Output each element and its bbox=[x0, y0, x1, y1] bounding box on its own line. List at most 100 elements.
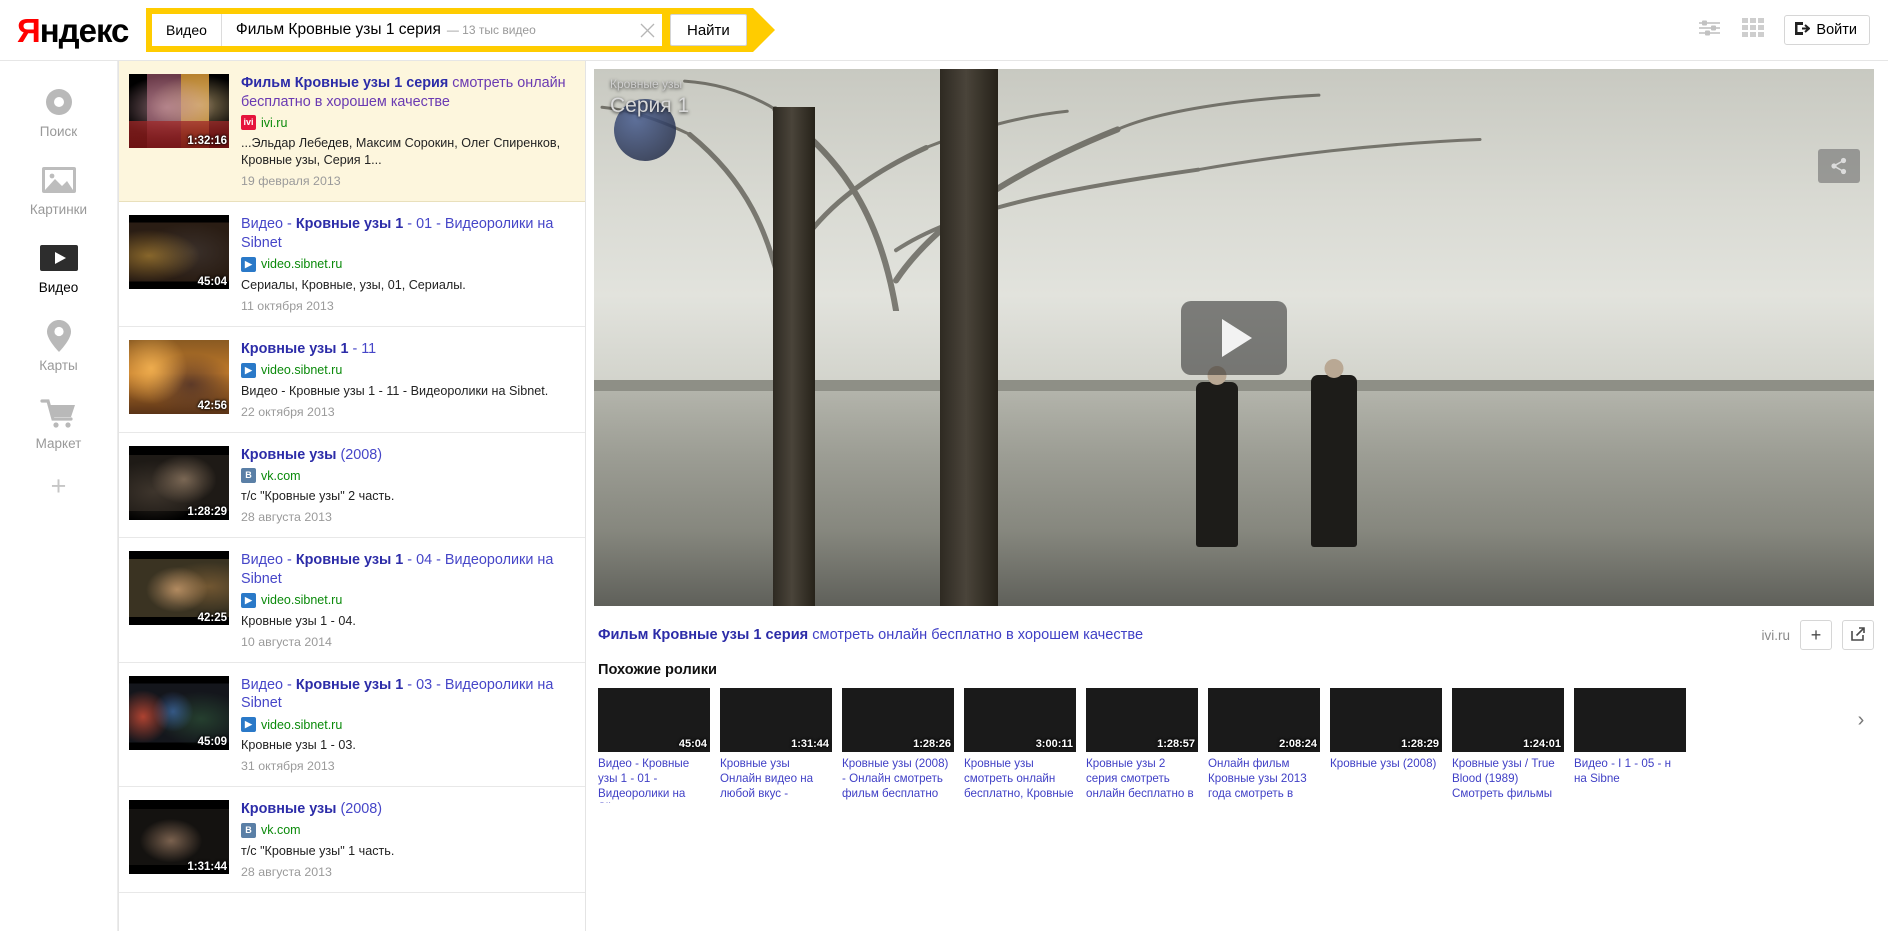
result-site[interactable]: B vk.com bbox=[241, 468, 573, 484]
result-title-highlight: Кровные узы 1 bbox=[241, 340, 349, 357]
result-site-label: video.sibnet.ru bbox=[261, 717, 343, 732]
sidebar-item-market[interactable]: Маркет bbox=[0, 395, 117, 451]
chevron-right-icon[interactable]: › bbox=[1848, 702, 1874, 738]
table-row[interactable]: 1:31:44 Кровные узы (2008) B vk.com т/с … bbox=[119, 787, 585, 893]
sidebar-item-search[interactable]: Поиск bbox=[0, 83, 117, 139]
list-item[interactable]: 1:28:57 Кровные узы 2 серия смотреть онл… bbox=[1086, 688, 1198, 801]
result-info: Видео - Кровные узы 1 - 01 - Видеоролики… bbox=[241, 215, 573, 313]
similar-thumbnail[interactable]: 1:24:01 bbox=[1452, 688, 1564, 752]
similar-thumbnail[interactable]: 1:28:57 bbox=[1086, 688, 1198, 752]
result-site[interactable]: B vk.com bbox=[241, 822, 573, 838]
sibnet-favicon-icon: ▶ bbox=[241, 592, 256, 608]
result-thumbnail[interactable]: 42:56 bbox=[129, 339, 229, 414]
result-title[interactable]: Видео - Кровные узы 1 - 04 - Видеоролики… bbox=[241, 551, 573, 588]
similar-thumbnail[interactable]: 1:31:44 bbox=[720, 688, 832, 752]
similar-duration: 2:08:24 bbox=[1279, 738, 1317, 750]
result-thumbnail[interactable]: 1:28:29 bbox=[129, 445, 229, 520]
similar-thumbnail[interactable]: 1:28:29 bbox=[1330, 688, 1442, 752]
map-pin-icon bbox=[46, 317, 72, 355]
result-thumbnail[interactable]: 45:04 bbox=[129, 215, 229, 290]
similar-thumbnail[interactable]: 45:04 bbox=[598, 688, 710, 752]
sidebar-label-images: Картинки bbox=[29, 202, 88, 217]
result-site[interactable]: ▶ video.sibnet.ru bbox=[241, 362, 573, 378]
table-row[interactable]: 45:09 Видео - Кровные узы 1 - 03 - Видео… bbox=[119, 663, 585, 788]
result-thumbnail[interactable]: 1:31:44 bbox=[129, 800, 229, 875]
sidebar-label-market: Маркет bbox=[35, 436, 82, 451]
sidebar-add-service-button[interactable]: + bbox=[51, 473, 67, 500]
player-person-right bbox=[1310, 358, 1357, 547]
apps-grid-icon[interactable] bbox=[1742, 17, 1765, 43]
result-title[interactable]: Фильм Кровные узы 1 серия смотреть онлай… bbox=[241, 74, 573, 111]
player-episode-name: Серия 1 bbox=[610, 93, 690, 117]
result-title[interactable]: Видео - Кровные узы 1 - 01 - Видеоролики… bbox=[241, 215, 573, 252]
search-box[interactable]: Видео Фильм Кровные узы 1 серия — 13 тыс… bbox=[152, 14, 662, 46]
search-input[interactable]: Фильм Кровные узы 1 серия — 13 тыс видео bbox=[222, 21, 632, 39]
list-item[interactable]: 3:00:11 Кровные узы смотреть онлайн бесп… bbox=[964, 688, 1076, 801]
table-row[interactable]: 1:32:16 Фильм Кровные узы 1 серия смотре… bbox=[119, 61, 585, 203]
result-duration: 1:32:16 bbox=[187, 134, 227, 147]
result-date: 28 августа 2013 bbox=[241, 510, 332, 525]
player-tree-left bbox=[773, 106, 816, 606]
result-site[interactable]: ▶ video.sibnet.ru bbox=[241, 256, 573, 272]
list-item[interactable]: 45:04 Видео - Кровные узы 1 - 01 - Видео… bbox=[598, 688, 710, 803]
open-external-button[interactable] bbox=[1842, 620, 1874, 650]
result-thumbnail[interactable]: 1:32:16 bbox=[129, 74, 229, 148]
sidebar-item-images[interactable]: Картинки bbox=[0, 161, 117, 217]
result-title[interactable]: Видео - Кровные узы 1 - 03 - Видеоролики… bbox=[241, 676, 573, 713]
table-row[interactable]: 45:04 Видео - Кровные узы 1 - 01 - Видео… bbox=[119, 202, 585, 327]
result-title[interactable]: Кровные узы 1 - 11 bbox=[241, 340, 573, 359]
settings-sliders-icon[interactable] bbox=[1698, 19, 1722, 42]
similar-label: Видео - Кровные узы 1 - 01 - Видеоролики… bbox=[598, 757, 690, 803]
search-results-list[interactable]: 1:32:16 Фильм Кровные узы 1 серия смотре… bbox=[118, 61, 586, 931]
similar-thumbnail[interactable]: 3:00:11 bbox=[964, 688, 1076, 752]
similar-duration: 1:28:57 bbox=[1157, 738, 1195, 750]
video-player[interactable]: Кровные узы Серия 1 bbox=[594, 69, 1874, 606]
similar-thumbnail[interactable]: 2:08:24 bbox=[1208, 688, 1320, 752]
result-title-highlight: Кровные узы 1 bbox=[295, 552, 404, 569]
result-site[interactable]: ▶ video.sibnet.ru bbox=[241, 592, 573, 608]
login-button[interactable]: Войти bbox=[1784, 15, 1870, 45]
login-arrow-icon bbox=[1794, 21, 1811, 40]
header-actions: Войти bbox=[1698, 15, 1888, 45]
result-snippet: ...Эльдар Лебедев, Максим Сорокин, Олег … bbox=[241, 136, 561, 168]
table-row[interactable]: 42:25 Видео - Кровные узы 1 - 04 - Видео… bbox=[119, 538, 585, 663]
result-title[interactable]: Кровные узы (2008) bbox=[241, 446, 573, 465]
result-site[interactable]: ivi ivi.ru bbox=[241, 115, 573, 131]
add-to-collection-button[interactable]: + bbox=[1800, 620, 1832, 650]
similar-thumbnail[interactable]: 1:28:26 bbox=[842, 688, 954, 752]
table-row[interactable]: 42:56 Кровные узы 1 - 11 ▶ video.sibnet.… bbox=[119, 327, 585, 433]
result-thumbnail[interactable]: 42:25 bbox=[129, 551, 229, 626]
similar-duration: 1:24:01 bbox=[1523, 738, 1561, 750]
video-caption-title[interactable]: Фильм Кровные узы 1 серия смотреть онлай… bbox=[598, 627, 1143, 643]
result-thumbnail[interactable]: 45:09 bbox=[129, 675, 229, 750]
result-site[interactable]: ▶ video.sibnet.ru bbox=[241, 717, 573, 733]
similar-videos-strip[interactable]: 45:04 Видео - Кровные узы 1 - 01 - Видео… bbox=[594, 688, 1874, 803]
yandex-logo[interactable]: Яндекс bbox=[17, 12, 129, 48]
result-site-label: video.sibnet.ru bbox=[261, 363, 343, 378]
list-item[interactable]: 1:28:29 Кровные узы (2008) bbox=[1330, 688, 1442, 772]
sidebar-item-maps[interactable]: Карты bbox=[0, 317, 117, 373]
search-circle-icon bbox=[42, 83, 76, 121]
list-item[interactable]: Видео - І 1 - 05 - н на Sibne bbox=[1574, 688, 1686, 787]
share-icon[interactable] bbox=[1818, 149, 1860, 183]
similar-label: Кровные узы (2008) - Онлайн смотреть фил… bbox=[842, 757, 949, 800]
result-date: 10 августа 2014 bbox=[241, 634, 332, 649]
similar-thumbnail[interactable] bbox=[1574, 688, 1686, 752]
search-submit-button[interactable]: Найти bbox=[670, 14, 747, 46]
result-info: Фильм Кровные узы 1 серия смотреть онлай… bbox=[241, 74, 573, 188]
play-triangle-icon bbox=[1222, 318, 1252, 357]
result-snippet: Видео - Кровные узы 1 - 11 - Видеоролики… bbox=[241, 383, 549, 398]
list-item[interactable]: 2:08:24 Онлайн фильм Кровные узы 2013 го… bbox=[1208, 688, 1320, 801]
clear-search-icon[interactable] bbox=[632, 14, 662, 46]
result-title-rest: - 11 bbox=[348, 340, 377, 357]
logo-text: Яндекс bbox=[17, 11, 129, 49]
list-item[interactable]: 1:28:26 Кровные узы (2008) - Онлайн смот… bbox=[842, 688, 954, 801]
list-item[interactable]: 1:24:01 Кровные узы / True Blood (1989) … bbox=[1452, 688, 1564, 801]
play-button[interactable] bbox=[1181, 300, 1287, 375]
player-tree-center bbox=[939, 69, 998, 606]
sidebar-item-video[interactable]: Видео bbox=[0, 239, 117, 295]
list-item[interactable]: 1:31:44 Кровные узы Онлайн видео на любо… bbox=[720, 688, 832, 803]
similar-duration: 1:28:26 bbox=[913, 738, 951, 750]
table-row[interactable]: 1:28:29 Кровные узы (2008) B vk.com т/с … bbox=[119, 433, 585, 539]
result-title[interactable]: Кровные узы (2008) bbox=[241, 800, 573, 819]
